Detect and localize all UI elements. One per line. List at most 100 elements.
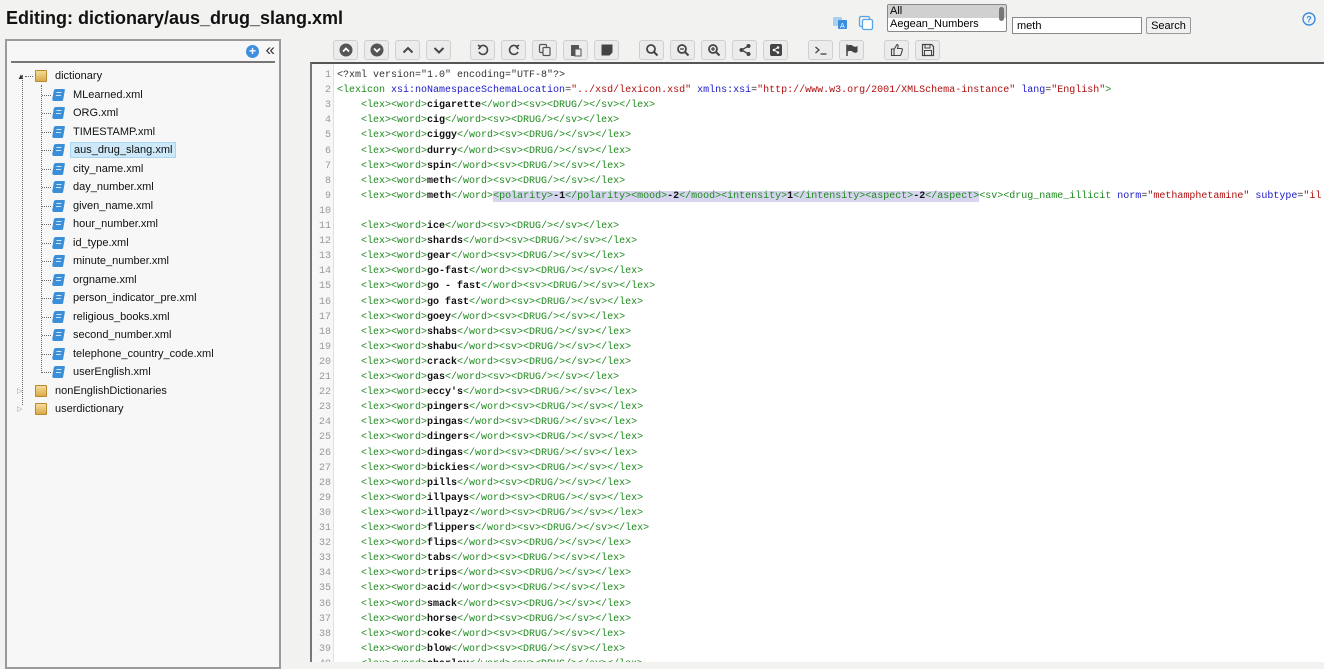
tree-item-label: id_type.xml <box>73 236 129 249</box>
tree-file-item[interactable]: given_name.xml <box>7 197 279 216</box>
code-text: <lex><word>eccy's</word><sv><DRUG/></sv>… <box>361 387 638 399</box>
share-square-icon <box>769 44 782 56</box>
save-button[interactable] <box>915 40 940 60</box>
code-text: <lex><word>acid</word><sv><DRUG/></sv></… <box>361 583 626 595</box>
paste-button[interactable] <box>563 40 588 60</box>
help-icon[interactable]: ? <box>1302 12 1316 31</box>
expand-toggle-icon[interactable]: ▲ <box>17 72 25 81</box>
previous-match-button[interactable] <box>333 40 358 60</box>
code-text: <lex><word>flips</word><sv><DRUG/></sv><… <box>361 538 632 550</box>
line-number: 32 <box>318 538 331 550</box>
copy-button[interactable] <box>532 40 557 60</box>
dictionary-option[interactable]: All <box>888 5 1006 18</box>
share-square-button[interactable] <box>763 40 788 60</box>
tree-file-item[interactable]: userEnglish.xml <box>7 363 279 382</box>
move-down-button[interactable] <box>426 40 451 60</box>
line-number: 35 <box>318 583 331 595</box>
tree-item-label: religious_books.xml <box>73 310 170 323</box>
xml-file-book-icon <box>51 125 66 138</box>
tree-file-item[interactable]: person_indicator_pre.xml <box>7 289 279 308</box>
code-text: <lex><word>dingers</word><sv><DRUG/></sv… <box>361 432 644 444</box>
tree-file-item[interactable]: orgname.xml <box>7 271 279 290</box>
page-title: Editing: dictionary/aus_drug_slang.xml <box>6 8 344 28</box>
tree-file-item[interactable]: religious_books.xml <box>7 308 279 327</box>
tree-file-item[interactable]: aus_drug_slang.xml <box>7 141 279 160</box>
note-button[interactable] <box>594 40 619 60</box>
xml-file-book-icon <box>51 310 66 323</box>
tree-item-label: telephone_country_code.xml <box>73 347 214 360</box>
code-text: <lex><word>gear</word><sv><DRUG/></sv></… <box>361 251 626 263</box>
line-number: 17 <box>318 311 331 323</box>
like-button[interactable] <box>884 40 909 60</box>
code-text: <lex><word>goey</word><sv><DRUG/></sv></… <box>361 311 626 323</box>
save-icon <box>921 43 934 57</box>
zoom-in-icon <box>707 44 720 57</box>
dictionary-select[interactable]: All Aegean_Numbers <box>887 4 1007 32</box>
xml-file-book-icon <box>51 107 66 120</box>
code-text: <lex><word>charley</word><sv><DRUG/></sv… <box>337 657 643 662</box>
tree-file-item[interactable]: second_number.xml <box>7 326 279 345</box>
line-number: 18 <box>318 326 331 338</box>
translate-icon[interactable]: A <box>831 14 849 32</box>
tree-file-item[interactable]: MLearned.xml <box>7 86 279 105</box>
line-number: 1 <box>324 70 331 81</box>
code-text: <lex><word>gas</word><sv><DRUG/></sv></l… <box>361 372 620 383</box>
xml-file-book-icon <box>51 199 66 212</box>
code-text: <lex><word>spin</word><sv><DRUG/></sv></… <box>361 160 626 172</box>
expand-toggle-icon[interactable]: ▷ <box>17 387 25 395</box>
tree-item-label: person_indicator_pre.xml <box>73 292 197 305</box>
select-scrollbar[interactable] <box>999 7 1004 21</box>
code-text: <lex><word>tabs</word><sv><DRUG/></sv></… <box>361 553 626 565</box>
line-number: 4 <box>324 115 331 127</box>
copy-window-icon[interactable] <box>857 14 875 32</box>
search-button[interactable]: Search <box>1146 17 1191 34</box>
tree-file-item[interactable]: minute_number.xml <box>7 252 279 271</box>
next-match-button[interactable] <box>364 40 389 60</box>
tree-file-item[interactable]: id_type.xml <box>7 234 279 253</box>
zoom-in-button[interactable] <box>701 40 726 60</box>
folder-icon <box>35 384 47 397</box>
share-button[interactable] <box>732 40 757 60</box>
undo-button[interactable] <box>470 40 495 60</box>
tree-item-label: hour_number.xml <box>73 218 158 231</box>
svg-text:A: A <box>840 23 845 30</box>
move-up-button[interactable] <box>395 40 420 60</box>
tree-item-label: dictionary <box>55 70 103 83</box>
svg-text:?: ? <box>1306 15 1312 25</box>
line-number: 20 <box>318 356 331 368</box>
tree-item-label: userEnglish.xml <box>73 366 151 379</box>
add-circle-icon[interactable]: + <box>246 45 259 58</box>
code-text: <lex><word>meth</word><sv><DRUG/></sv></… <box>361 175 626 187</box>
tree-folder-nonenglishdictionaries[interactable]: ▷ nonEnglishDictionaries <box>7 382 279 401</box>
zoom-out-button[interactable] <box>670 40 695 60</box>
dictionary-option[interactable]: Aegean_Numbers <box>888 18 1006 31</box>
xml-code-editor[interactable]: 1 <?xml version="1.0" encoding="UTF-8"?> 2… <box>310 62 1324 662</box>
tree-item-label: minute_number.xml <box>73 255 169 268</box>
tree-folder-dictionary[interactable]: ▲ dictionary <box>7 67 279 86</box>
redo-button[interactable] <box>501 40 526 60</box>
tree-item-label: city_name.xml <box>73 162 144 175</box>
tree-folder-userdictionary[interactable]: ▷ userdictionary <box>7 400 279 419</box>
line-number: 14 <box>318 266 331 278</box>
flag-button[interactable] <box>839 40 864 60</box>
line-number: 2 <box>324 85 331 97</box>
tree-file-item[interactable]: hour_number.xml <box>7 215 279 234</box>
tree-file-item[interactable]: ORG.xml <box>7 104 279 123</box>
code-text: <lex><word>cig</word><sv><DRUG/></sv></l… <box>361 115 620 127</box>
terminal-button[interactable] <box>808 40 833 60</box>
xml-file-book-icon <box>51 181 66 194</box>
xml-file-book-icon <box>51 236 66 249</box>
line-number: 27 <box>318 462 331 474</box>
search-input[interactable] <box>1012 17 1142 34</box>
tree-file-item[interactable]: city_name.xml <box>7 160 279 179</box>
line-number: 24 <box>318 417 331 429</box>
file-tree-panel: + « ▲ dictionary MLearned.xml ORG.xml TIME… <box>5 39 281 669</box>
line-number: 37 <box>318 613 331 625</box>
line-number: 6 <box>324 145 331 157</box>
tree-file-item[interactable]: TIMESTAMP.xml <box>7 123 279 142</box>
collapse-double-chevron-icon[interactable]: « <box>266 40 275 60</box>
tree-file-item[interactable]: day_number.xml <box>7 178 279 197</box>
expand-toggle-icon[interactable]: ▷ <box>17 405 25 413</box>
search-button[interactable] <box>639 40 664 60</box>
tree-file-item[interactable]: telephone_country_code.xml <box>7 345 279 364</box>
